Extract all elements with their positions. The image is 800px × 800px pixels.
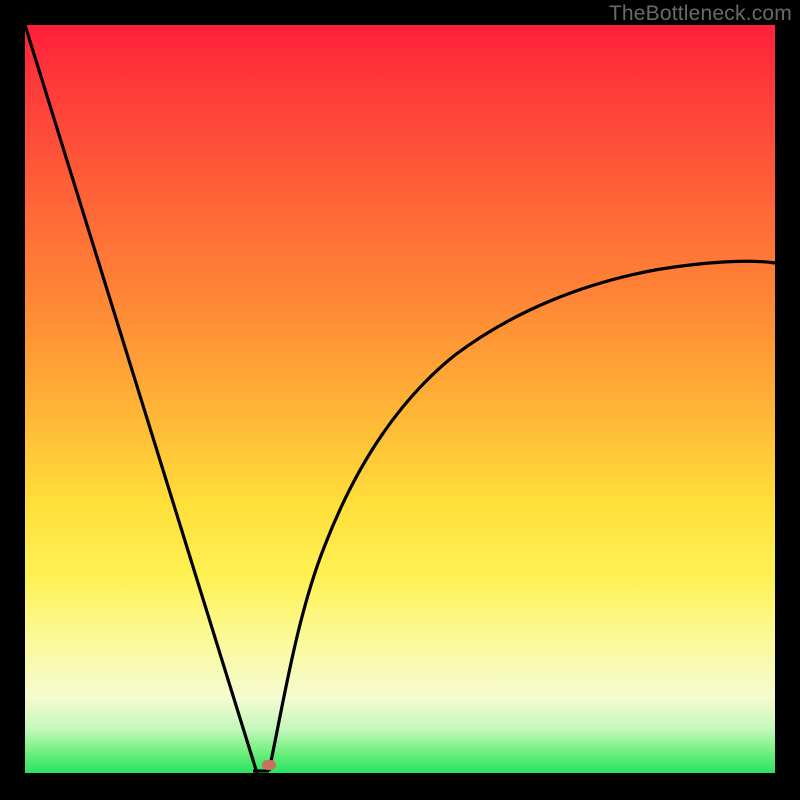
watermark-text: TheBottleneck.com [609,2,792,26]
chart-frame: TheBottleneck.com [0,0,800,800]
plot-area [25,25,775,773]
bottleneck-curve [25,25,775,773]
minimum-marker [262,760,276,770]
